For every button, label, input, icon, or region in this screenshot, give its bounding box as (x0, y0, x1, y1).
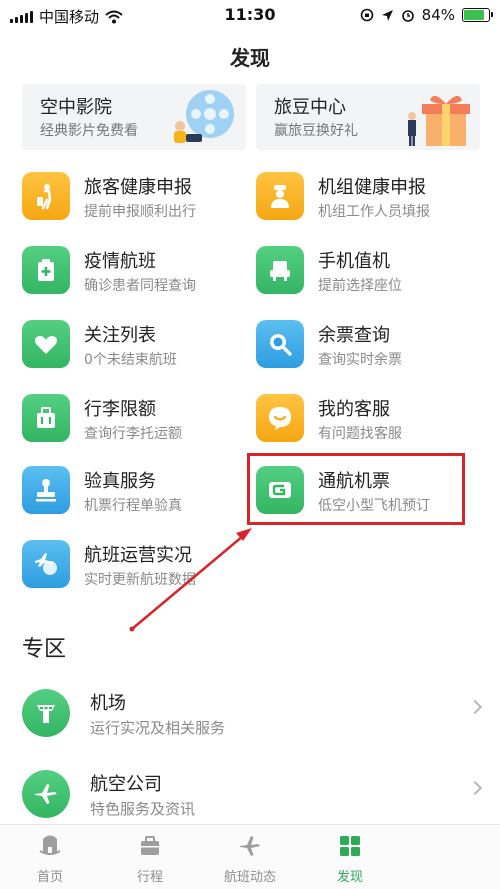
section-title-zone: 专区 (22, 637, 67, 662)
airplane-tab-icon (237, 833, 263, 859)
gift-box-illustration (408, 95, 470, 146)
function-watch-list[interactable]: 关注列表 0个未结束航班 (22, 320, 252, 386)
function-subtitle: 查询行李托运额 (84, 426, 182, 442)
function-epidemic-flights[interactable]: 疫情航班 确诊患者同程查询 (22, 246, 252, 312)
promo-card-points[interactable]: 旅豆中心 赢旅豆换好礼 (256, 84, 480, 150)
function-title: 机组健康申报 (318, 177, 426, 198)
tab-label: 发现 (336, 870, 363, 885)
film-reel-illustration (174, 90, 234, 143)
promo-title: 旅豆中心 (274, 97, 346, 118)
function-title: 余票查询 (318, 325, 390, 346)
function-subtitle: 确诊患者同程查询 (84, 278, 196, 294)
function-subtitle: 机组工作人员填报 (318, 204, 430, 220)
zone-item-title: 机场 (90, 693, 126, 714)
function-subtitle: 机票行程单验真 (84, 498, 182, 514)
tab-bar: 首页 行程 航班动态 发现 (0, 824, 500, 889)
tab-label: 航班动态 (223, 870, 276, 885)
chat-bubble-icon (256, 394, 304, 442)
chevron-right-icon (467, 780, 483, 796)
zone-item-title: 航空公司 (90, 774, 162, 795)
tab-label: 行程 (136, 870, 163, 885)
function-verification[interactable]: 验真服务 机票行程单验真 (22, 466, 252, 532)
function-title: 旅客健康申报 (84, 177, 192, 198)
grid-icon (337, 833, 363, 859)
airplane-icon (22, 770, 70, 818)
function-title: 行李限额 (84, 399, 156, 420)
function-subtitle: 提前选择座位 (318, 278, 402, 294)
function-subtitle: 查询实时余票 (318, 352, 402, 368)
plane-globe-icon (22, 540, 70, 588)
airport-tower-icon (22, 689, 70, 737)
function-title: 我的客服 (318, 399, 390, 420)
promo-subtitle: 赢旅豆换好礼 (274, 123, 358, 139)
battery-percent: 84% (421, 6, 455, 24)
orientation-lock-icon (360, 8, 373, 22)
home-icon (37, 833, 63, 859)
magnifier-icon (256, 320, 304, 368)
zone-item-subtitle: 特色服务及资讯 (90, 800, 196, 818)
status-right: 84% (360, 6, 493, 24)
zone-item-subtitle: 运行实况及相关服务 (90, 719, 226, 737)
function-subtitle: 有问题找客服 (318, 426, 402, 442)
function-subtitle: 0个未结束航班 (84, 352, 177, 368)
promo-subtitle: 经典影片免费看 (40, 123, 138, 139)
tab-discover[interactable]: 发现 (300, 825, 400, 889)
function-subtitle: 实时更新航班数据 (84, 572, 196, 588)
tab-flight-status[interactable]: 航班动态 (200, 825, 300, 889)
pilot-icon (256, 172, 304, 220)
function-customer-service[interactable]: 我的客服 有问题找客服 (256, 394, 486, 460)
function-passenger-health[interactable]: 旅客健康申报 提前申报顺利出行 (22, 172, 252, 238)
seat-icon (256, 246, 304, 294)
promo-card-cinema[interactable]: 空中影院 经典影片免费看 (22, 84, 246, 150)
function-title: 航班运营实况 (84, 545, 192, 566)
traveler-icon (22, 172, 70, 220)
luggage-icon (22, 394, 70, 442)
function-flight-operations[interactable]: 航班运营实况 实时更新航班数据 (22, 540, 252, 606)
tab-label: 首页 (36, 870, 63, 885)
function-ticket-availability[interactable]: 余票查询 查询实时余票 (256, 320, 486, 386)
function-subtitle: 提前申报顺利出行 (84, 204, 196, 220)
function-title: 关注列表 (84, 325, 156, 346)
function-baggage-allowance[interactable]: 行李限额 查询行李托运额 (22, 394, 252, 460)
function-title: 手机值机 (318, 251, 390, 272)
location-icon (381, 9, 393, 21)
function-title: 验真服务 (84, 471, 156, 492)
alarm-icon (401, 10, 414, 22)
annotation-highlight-box (247, 453, 465, 525)
tab-trips[interactable]: 行程 (100, 825, 200, 889)
stamp-icon (22, 466, 70, 514)
page-title: 发现 (230, 46, 270, 70)
medical-kit-icon (22, 246, 70, 294)
heart-icon (22, 320, 70, 368)
function-mobile-checkin[interactable]: 手机值机 提前选择座位 (256, 246, 486, 312)
function-title: 疫情航班 (84, 251, 156, 272)
promo-title: 空中影院 (40, 97, 112, 118)
function-crew-health[interactable]: 机组健康申报 机组工作人员填报 (256, 172, 486, 238)
tab-home[interactable]: 首页 (0, 825, 100, 889)
status-bar: 中国移动 11:30 84% (0, 0, 500, 30)
zone-item-airport[interactable]: 机场 运行实况及相关服务 (0, 689, 500, 755)
briefcase-icon (137, 833, 163, 859)
chevron-right-icon (467, 699, 483, 715)
battery-icon (462, 8, 493, 22)
